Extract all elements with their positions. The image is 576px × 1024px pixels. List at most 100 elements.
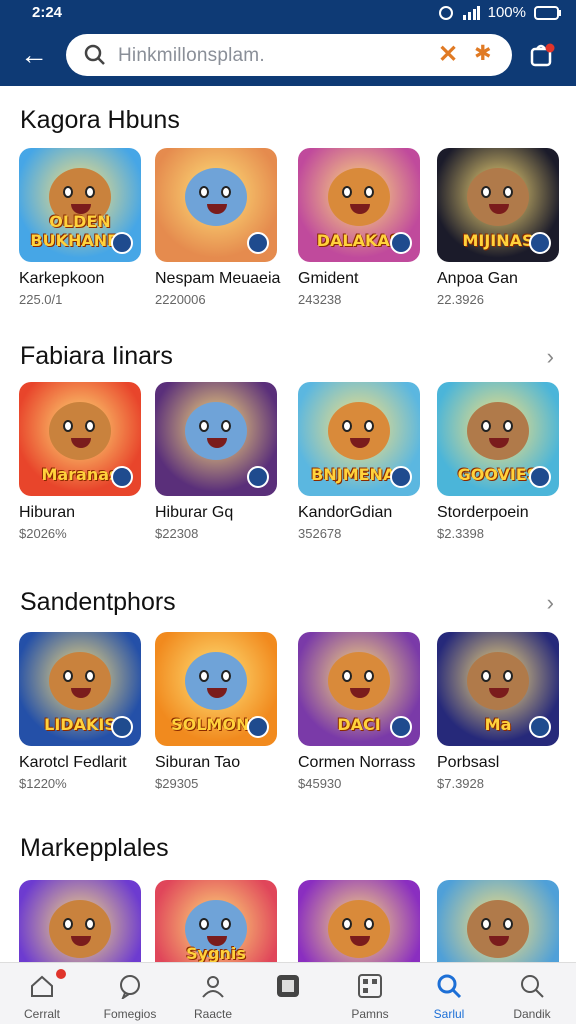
eye-icon	[481, 670, 491, 682]
character-face	[49, 652, 111, 710]
nav-label: Cerralt	[23, 1007, 60, 1021]
status-bar: 2:24 100%	[0, 0, 576, 26]
bottom-navigation: Cerralt Fomegios Raacte Pamns Sarlul Dandik	[0, 962, 576, 1024]
game-title: Cormen Norrass	[298, 754, 416, 771]
back-arrow-icon[interactable]: ←	[18, 40, 50, 72]
nav-item-5[interactable]: Sarlul	[413, 971, 485, 1021]
character-face	[185, 402, 247, 460]
game-title: Nespam Meuaeia	[155, 270, 281, 287]
rating-badge-icon	[390, 466, 412, 488]
eye-icon	[364, 918, 374, 930]
eye-icon	[221, 670, 231, 682]
eye-icon	[364, 670, 374, 682]
eye-icon	[85, 670, 95, 682]
notification-dot	[56, 969, 66, 979]
game-title: Porbsasl	[437, 754, 500, 771]
game-thumbnail[interactable]: Maranas	[19, 382, 141, 496]
catalog-content[interactable]: Kagora Hbuns OLDEN BUKHANES Karkepkoon 225.…	[0, 86, 576, 962]
game-thumbnail[interactable]: MIJINAS	[437, 148, 559, 262]
character-face	[328, 900, 390, 958]
filter-icon[interactable]: ✱	[474, 41, 492, 66]
eye-icon	[85, 186, 95, 198]
signal-icon	[462, 5, 480, 20]
eye-icon	[199, 918, 209, 930]
game-price: $22308	[155, 526, 199, 541]
character-face	[328, 652, 390, 710]
rating-badge-icon	[111, 716, 133, 738]
game-price: 352678	[298, 526, 342, 541]
nav-item-1[interactable]: Fomegios	[94, 971, 166, 1021]
section-title: Sandentphors	[20, 588, 176, 616]
clear-icon[interactable]: ✕	[438, 40, 458, 69]
search-field[interactable]: Hinkmillonsplam. ✕ ✱	[66, 34, 512, 76]
search-input[interactable]: Hinkmillonsplam.	[118, 45, 265, 67]
nav-item-4[interactable]: Pamns	[334, 971, 406, 1021]
game-thumbnail[interactable]: DALAKAS	[298, 148, 420, 262]
rating-badge-icon	[247, 716, 269, 738]
game-thumbnail[interactable]	[437, 880, 559, 962]
game-thumbnail[interactable]: OLDEN BUKHANES	[19, 148, 141, 262]
game-thumbnail[interactable]: LIDAKIS	[19, 632, 141, 746]
game-thumbnail[interactable]	[298, 880, 420, 962]
mouth-icon	[350, 204, 370, 214]
game-thumbnail[interactable]	[19, 880, 141, 962]
eye-icon	[342, 670, 352, 682]
nav-label: Sarlul	[433, 1007, 465, 1021]
eye-icon	[481, 918, 491, 930]
search-icon	[413, 971, 485, 1001]
search-icon	[84, 44, 105, 65]
mouth-icon	[207, 204, 227, 214]
nav-item-0[interactable]: Cerralt	[6, 969, 78, 1021]
game-logo-text: Sygnis Ponus	[186, 944, 246, 962]
game-thumbnail[interactable]: GOOVIES	[437, 382, 559, 496]
game-price: 2220006	[155, 292, 206, 307]
game-thumbnail[interactable]	[155, 148, 277, 262]
eye-icon	[364, 186, 374, 198]
game-thumbnail[interactable]	[155, 382, 277, 496]
game-thumbnail[interactable]: Sygnis Ponus	[155, 880, 277, 962]
eye-icon	[342, 918, 352, 930]
eye-icon	[503, 186, 513, 198]
eye-icon	[342, 186, 352, 198]
mouth-icon	[350, 936, 370, 946]
grid-icon	[334, 971, 406, 1001]
eye-icon	[199, 420, 209, 432]
rating-badge-icon	[111, 232, 133, 254]
character-face	[467, 402, 529, 460]
eye-icon	[63, 670, 73, 682]
nav-item-6[interactable]: Dandik	[496, 971, 568, 1021]
home-icon	[6, 971, 78, 1001]
nav-item-3[interactable]	[252, 971, 324, 1007]
game-title: Siburan Tao	[155, 754, 241, 771]
character-face	[467, 168, 529, 226]
character-face	[328, 402, 390, 460]
rating-badge-icon	[247, 466, 269, 488]
eye-icon	[85, 420, 95, 432]
game-thumbnail[interactable]: BNJMENAS	[298, 382, 420, 496]
chat-icon	[94, 971, 166, 1001]
eye-icon	[199, 186, 209, 198]
nav-label: Raacte	[193, 1007, 233, 1021]
game-price: $2026%	[19, 526, 67, 541]
square-icon	[252, 971, 324, 1001]
game-thumbnail[interactable]: SOLMONS	[155, 632, 277, 746]
mouth-icon	[207, 438, 227, 448]
top-app-bar: ← Hinkmillonsplam. ✕ ✱	[0, 26, 576, 86]
mouth-icon	[489, 688, 509, 698]
chevron-right-icon[interactable]: ›	[547, 590, 554, 616]
chevron-right-icon[interactable]: ›	[547, 344, 554, 370]
eye-icon	[481, 186, 491, 198]
mouth-icon	[207, 688, 227, 698]
nav-item-2[interactable]: Raacte	[177, 971, 249, 1021]
game-thumbnail[interactable]: Ma	[437, 632, 559, 746]
game-title: Hiburan	[19, 504, 76, 521]
eye-icon	[503, 918, 513, 930]
cart-icon[interactable]	[526, 40, 558, 72]
eye-icon	[221, 186, 231, 198]
eye-icon	[63, 420, 73, 432]
game-thumbnail[interactable]: DACI	[298, 632, 420, 746]
game-price: $45930	[298, 776, 342, 791]
status-icons: 100%	[438, 4, 562, 21]
eye-icon	[221, 420, 231, 432]
section-title: Markepplales	[20, 834, 169, 862]
